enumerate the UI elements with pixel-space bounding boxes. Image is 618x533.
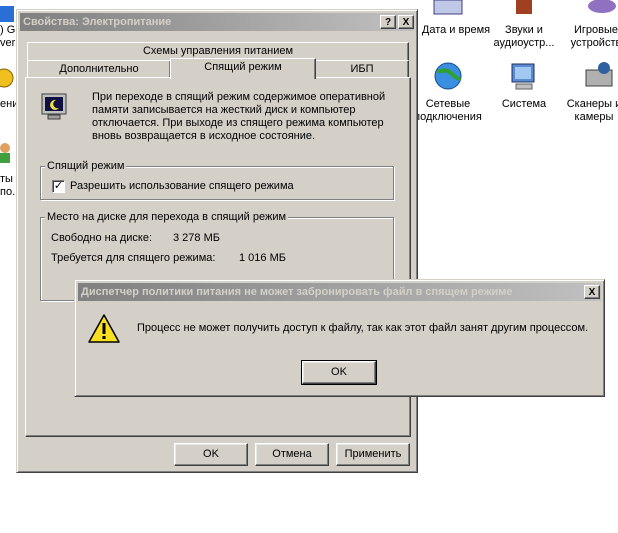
scanner-camera-icon[interactable] bbox=[584, 60, 616, 92]
free-space-value: 3 278 МБ bbox=[173, 232, 220, 244]
error-dialog: Диспетчер политики питания не может забр… bbox=[74, 279, 605, 397]
left-fragment-4: ты bbox=[0, 173, 13, 185]
power-properties-dialog: Свойства: Электропитание ? X Схемы управ… bbox=[16, 9, 418, 473]
left-fragment-5: по. bbox=[0, 186, 16, 198]
error-title: Диспетчер политики питания не может забр… bbox=[81, 286, 513, 298]
enable-hibernate-label[interactable]: Разрешить использование спящего режима bbox=[70, 180, 294, 193]
desktop-icon-label[interactable]: Сетевые подключения bbox=[410, 98, 486, 124]
desktop-icon-label[interactable]: Система bbox=[490, 98, 558, 111]
hibernate-monitor-icon bbox=[40, 91, 70, 121]
close-button[interactable]: X bbox=[398, 15, 414, 29]
error-message: Процесс не может получить доступ к файлу… bbox=[137, 322, 589, 334]
network-globe-icon[interactable] bbox=[432, 60, 464, 92]
error-ok-button[interactable]: OK bbox=[301, 360, 377, 385]
gamepad-icon[interactable] bbox=[586, 0, 618, 16]
desktop-icon-label[interactable]: Сканеры и камеры bbox=[564, 98, 618, 124]
desktop-icon-label[interactable]: Игровые устройств bbox=[566, 24, 618, 50]
hibernate-group-legend: Спящий режим bbox=[45, 160, 127, 173]
error-close-button[interactable]: X bbox=[584, 285, 600, 299]
desktop-icon-label[interactable]: Дата и время bbox=[420, 24, 492, 37]
speaker-icon[interactable] bbox=[508, 0, 540, 16]
cancel-button[interactable]: Отмена bbox=[255, 443, 329, 466]
desktop-icon-label[interactable]: Звуки и аудиоустр... bbox=[488, 24, 560, 50]
tab-ups[interactable]: ИБП bbox=[315, 60, 409, 78]
required-space-value: 1 016 МБ bbox=[239, 252, 286, 264]
apply-button[interactable]: Применить bbox=[336, 443, 410, 466]
desktop-icon-left-mid[interactable] bbox=[0, 64, 14, 92]
dialog-titlebar[interactable]: Свойства: Электропитание bbox=[20, 13, 414, 31]
dialog-title: Свойства: Электропитание bbox=[23, 16, 172, 28]
disk-space-group-legend: Место на диске для перехода в спящий реж… bbox=[45, 211, 289, 224]
error-titlebar[interactable]: Диспетчер политики питания не может забр… bbox=[78, 283, 601, 301]
clock-icon[interactable] bbox=[432, 0, 464, 16]
help-button[interactable]: ? bbox=[380, 15, 396, 29]
hibernate-group: Спящий режим ✓ Разрешить использование с… bbox=[40, 160, 394, 200]
computer-icon[interactable] bbox=[508, 60, 540, 92]
desktop-icon-left-low[interactable] bbox=[0, 140, 14, 164]
tab-hibernate[interactable]: Спящий режим bbox=[170, 58, 316, 79]
tab-advanced[interactable]: Дополнительно bbox=[27, 60, 171, 78]
enable-hibernate-checkbox[interactable]: ✓ bbox=[52, 180, 65, 193]
required-space-label: Требуется для спящего режима: bbox=[51, 252, 216, 264]
free-space-label: Свободно на диске: bbox=[51, 232, 153, 244]
ok-button[interactable]: OK bbox=[174, 443, 248, 466]
hibernate-description: При переходе в спящий режим содержимое о… bbox=[92, 91, 386, 142]
desktop-icon-left-top[interactable] bbox=[0, 6, 14, 22]
left-fragment-2: ver bbox=[0, 37, 16, 49]
warning-icon bbox=[87, 313, 121, 345]
